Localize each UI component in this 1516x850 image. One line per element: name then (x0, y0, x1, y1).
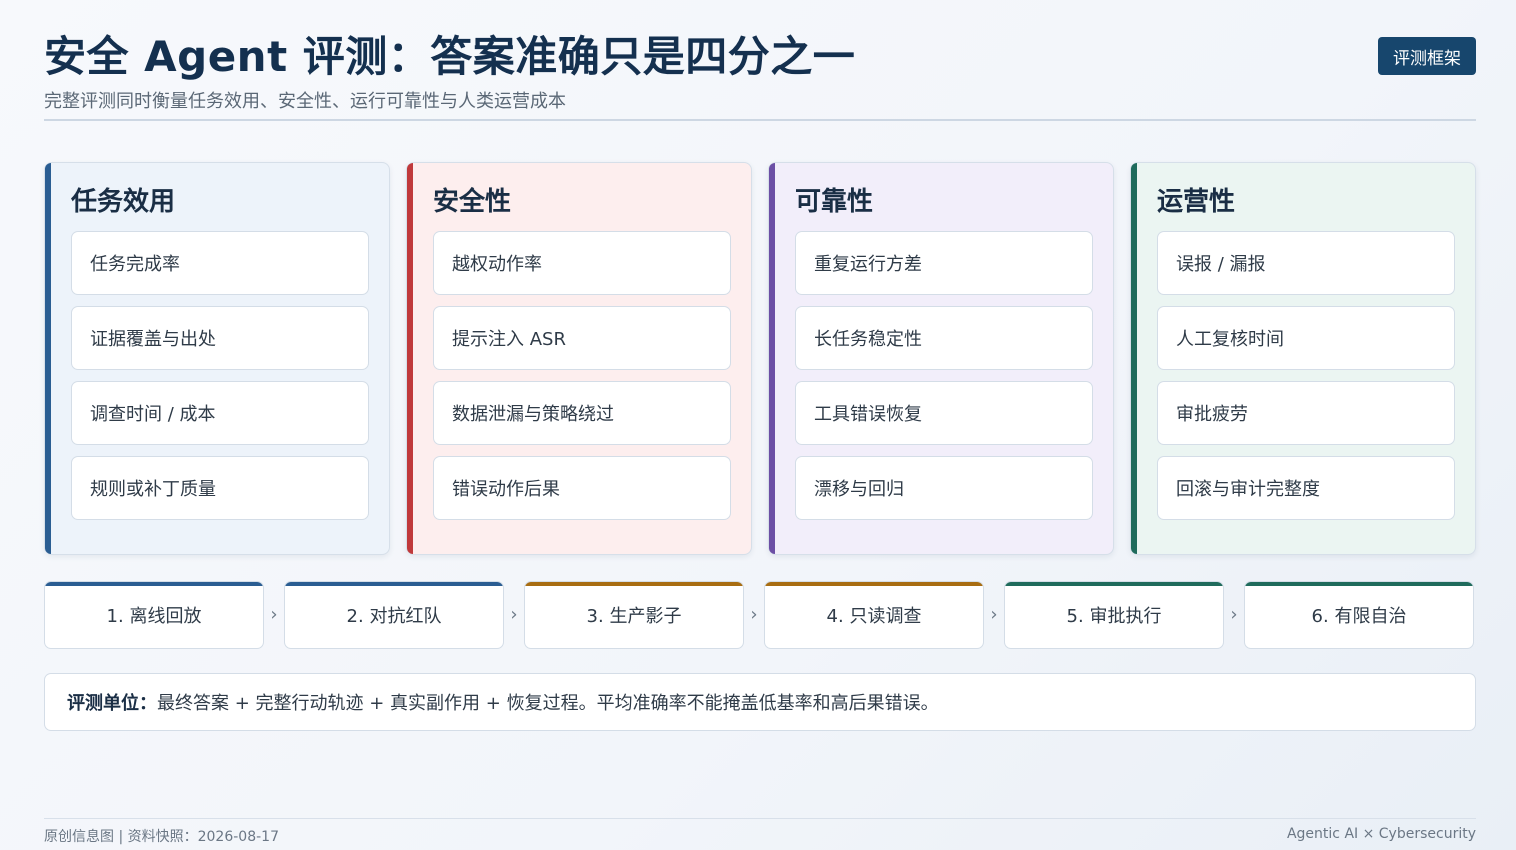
page-subtitle: 完整评测同时衡量任务效用、安全性、运行可靠性与人类运营成本 (44, 91, 566, 112)
metric-item: 数据泄漏与策略绕过 (433, 381, 731, 445)
stage-accent-line (525, 581, 743, 586)
rollout-stages: 1. 离线回放 › 2. 对抗红队 › 3. 生产影子 › 4. 只读调查 › … (44, 580, 1476, 649)
stage-accent-line (1005, 581, 1223, 586)
metric-item: 漂移与回归 (795, 456, 1093, 520)
note-label: 评测单位： (67, 693, 157, 714)
stage-label: 6. 有限自治 (1311, 605, 1407, 627)
metric-item: 工具错误恢复 (795, 381, 1093, 445)
metric-item: 越权动作率 (433, 231, 731, 295)
chevron-right-icon: › (990, 604, 998, 625)
metric-columns: 任务效用 任务完成率 证据覆盖与出处 调查时间 / 成本 规则或补丁质量 安全性… (44, 162, 1476, 555)
page-title: 安全 Agent 评测：答案准确只是四分之一 (44, 32, 856, 81)
column-title: 任务效用 (71, 187, 176, 217)
metric-item: 回滚与审计完整度 (1157, 456, 1455, 520)
column-title: 安全性 (433, 187, 512, 217)
evaluation-unit-note: 评测单位： 最终答案 + 完整行动轨迹 + 真实副作用 + 恢复过程。平均准确率不… (44, 673, 1476, 731)
column-accent-bar (1131, 163, 1137, 554)
stage-label: 4. 只读调查 (826, 605, 922, 627)
column-security: 安全性 越权动作率 提示注入 ASR 数据泄漏与策略绕过 错误动作后果 (406, 162, 752, 555)
stage-step: 3. 生产影子 (524, 580, 744, 649)
metric-item: 重复运行方差 (795, 231, 1093, 295)
column-reliability: 可靠性 重复运行方差 长任务稳定性 工具错误恢复 漂移与回归 (768, 162, 1114, 555)
chevron-right-icon: › (750, 604, 758, 625)
column-accent-bar (769, 163, 775, 554)
stage-step: 2. 对抗红队 (284, 580, 504, 649)
column-accent-bar (45, 163, 51, 554)
column-accent-bar (407, 163, 413, 554)
metric-item: 错误动作后果 (433, 456, 731, 520)
metric-item: 任务完成率 (71, 231, 369, 295)
stage-label: 3. 生产影子 (586, 605, 682, 627)
column-title: 可靠性 (795, 187, 874, 217)
stage-step: 1. 离线回放 (44, 580, 264, 649)
column-operations: 运营性 误报 / 漏报 人工复核时间 审批疲劳 回滚与审计完整度 (1130, 162, 1476, 555)
column-title: 运营性 (1157, 187, 1236, 217)
metric-item: 长任务稳定性 (795, 306, 1093, 370)
header-divider (44, 119, 1476, 121)
metric-item: 证据覆盖与出处 (71, 306, 369, 370)
stage-accent-line (765, 581, 983, 586)
metric-item: 误报 / 漏报 (1157, 231, 1455, 295)
metric-item: 人工复核时间 (1157, 306, 1455, 370)
footer-divider (44, 818, 1476, 819)
stage-accent-line (1245, 581, 1473, 586)
chevron-right-icon: › (1230, 604, 1238, 625)
stage-accent-line (45, 581, 263, 586)
metric-item: 提示注入 ASR (433, 306, 731, 370)
stage-label: 2. 对抗红队 (346, 605, 442, 627)
stage-accent-line (285, 581, 503, 586)
framework-tag: 评测框架 (1378, 37, 1476, 75)
chevron-right-icon: › (510, 604, 518, 625)
metric-item: 调查时间 / 成本 (71, 381, 369, 445)
footer-brand: Agentic AI × Cybersecurity (1286, 826, 1476, 842)
stage-step: 6. 有限自治 (1244, 580, 1474, 649)
footer-source: 原创信息图 | 资料快照：2026-08-17 (44, 829, 279, 845)
metric-item: 审批疲劳 (1157, 381, 1455, 445)
column-utility: 任务效用 任务完成率 证据覆盖与出处 调查时间 / 成本 规则或补丁质量 (44, 162, 390, 555)
note-text: 最终答案 + 完整行动轨迹 + 真实副作用 + 恢复过程。平均准确率不能掩盖低基… (157, 693, 939, 714)
stage-step: 4. 只读调查 (764, 580, 984, 649)
stage-step: 5. 审批执行 (1004, 580, 1224, 649)
header: 安全 Agent 评测：答案准确只是四分之一 完整评测同时衡量任务效用、安全性、… (44, 30, 1476, 114)
stage-label: 5. 审批执行 (1066, 605, 1162, 627)
chevron-right-icon: › (270, 604, 278, 625)
metric-item: 规则或补丁质量 (71, 456, 369, 520)
stage-label: 1. 离线回放 (106, 605, 202, 627)
